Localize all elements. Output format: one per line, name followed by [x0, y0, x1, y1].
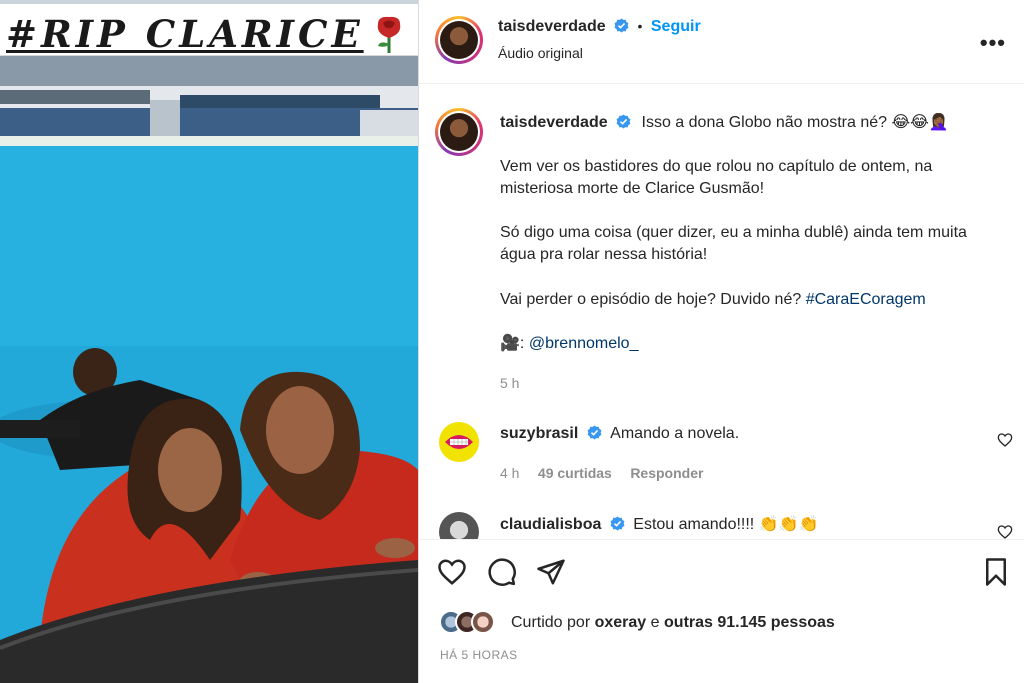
comment-text: Estou amando!!!! — [633, 516, 755, 533]
caption-text-line1: Isso a dona Globo não mostra né? — [641, 114, 888, 131]
caption-p2-line1: Vem ver os bastidores do que rolou no ca… — [500, 158, 933, 175]
commenter-avatar[interactable] — [439, 512, 479, 539]
posted-ago[interactable]: HÁ 5 HORAS — [440, 648, 518, 662]
likes-prefix: Curtido por — [511, 614, 591, 631]
verified-badge-icon — [587, 425, 602, 440]
caption-paragraph-2: Vem ver os bastidores do que rolou no ca… — [500, 156, 932, 200]
verified-badge-icon — [614, 18, 629, 33]
comment-likes[interactable]: 49 curtidas — [538, 465, 612, 481]
reply-button[interactable]: Responder — [630, 465, 703, 481]
caption-paragraph-3: Só digo uma coisa (quer dizer, eu a minh… — [500, 222, 967, 266]
heart-icon[interactable] — [437, 557, 467, 587]
comment-text: Amando a novela. — [610, 425, 740, 442]
comment-like-heart-icon[interactable] — [997, 432, 1013, 448]
share-icon[interactable] — [536, 557, 566, 587]
caption-time[interactable]: 5 h — [500, 375, 519, 391]
caption-p3-line1: Só digo uma coisa (quer dizer, eu a minh… — [500, 224, 967, 241]
rip-banner: #RIP CLARICE — [0, 4, 418, 56]
liker-username[interactable]: oxeray — [595, 614, 647, 631]
credit-colon: : — [519, 335, 525, 352]
likes-others[interactable]: outras 91.145 pessoas — [664, 614, 835, 631]
caption-username[interactable]: taisdeverdade — [500, 114, 608, 131]
rip-banner-text: #RIP CLARICE — [6, 12, 364, 56]
commenter-username[interactable]: claudialisboa — [500, 516, 601, 533]
caption-credit: 🎥: @brennomelo_ — [500, 333, 638, 355]
post-media[interactable]: #RIP CLARICE — [0, 0, 418, 683]
mention-link[interactable]: @brennomelo_ — [529, 335, 639, 352]
commenter-username[interactable]: suzybrasil — [500, 425, 578, 442]
post-header: taisdeverdade • Seguir Áudio original ••… — [419, 0, 1024, 84]
media-scene — [0, 0, 418, 683]
more-options-icon[interactable]: ••• — [980, 30, 1006, 56]
verified-badge-icon — [616, 114, 631, 129]
caption-avatar[interactable] — [435, 108, 483, 156]
author-avatar[interactable] — [435, 16, 483, 64]
caption-p3-line2: água pra rolar nessa história! — [500, 246, 708, 263]
verified-badge-icon — [610, 516, 625, 531]
rose-icon — [377, 16, 401, 53]
caption-emojis: 😂😂🤦🏾‍♀️ — [891, 114, 949, 131]
hashtag-link[interactable]: #CaraECoragem — [806, 291, 926, 308]
commenter-avatar[interactable] — [439, 422, 479, 462]
caption-first-line: taisdeverdade Isso a dona Globo não most… — [500, 112, 949, 134]
audio-label[interactable]: Áudio original — [498, 45, 583, 61]
caption-p2-line2: misteriosa morte de Clarice Gusmão! — [500, 180, 765, 197]
lips-icon — [445, 435, 473, 449]
comment-like-heart-icon[interactable] — [997, 524, 1013, 539]
post-actions: Curtido por oxeray e outras 91.145 pesso… — [419, 539, 1024, 683]
liker-avatar — [471, 610, 495, 634]
comment-item: suzybrasil Amando a novela. 4 h 49 curti… — [419, 418, 1024, 498]
likes-middle: e — [650, 614, 660, 631]
header-separator: • — [637, 18, 643, 34]
bookmark-icon[interactable] — [981, 557, 1011, 587]
likes-text: Curtido por oxeray e outras 91.145 pesso… — [511, 614, 835, 632]
camera-icon: 🎥 — [500, 335, 520, 352]
comment-item: claudialisboa Estou amando!!!! 👏👏👏 — [419, 508, 1024, 539]
caption-paragraph-4: Vai perder o episódio de hoje? Duvido né… — [500, 289, 926, 311]
caption-p4-text: Vai perder o episódio de hoje? Duvido né… — [500, 291, 802, 308]
follow-button[interactable]: Seguir — [651, 18, 701, 35]
comment-time[interactable]: 4 h — [500, 465, 519, 481]
comment-icon[interactable] — [487, 557, 517, 587]
post-details-panel: taisdeverdade • Seguir Áudio original ••… — [419, 0, 1024, 683]
comment-emojis: 👏👏👏 — [758, 516, 819, 533]
author-username[interactable]: taisdeverdade — [498, 18, 606, 35]
